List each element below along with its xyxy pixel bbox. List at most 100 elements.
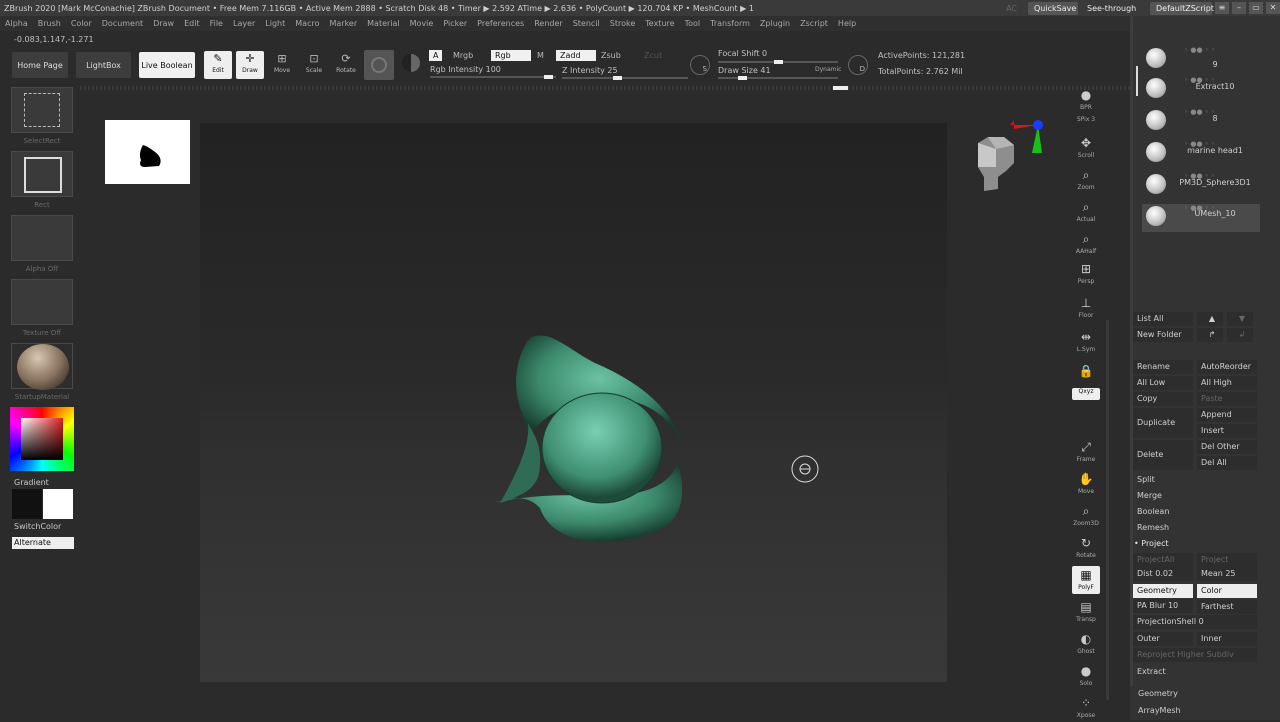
polyf-button[interactable]: ▦ PolyF bbox=[1072, 566, 1100, 594]
new-folder-button[interactable]: New Folder bbox=[1133, 328, 1193, 342]
delete-button[interactable]: Delete bbox=[1133, 440, 1193, 470]
move-down-icon[interactable]: ▼ bbox=[1227, 312, 1253, 326]
scale-button[interactable]: ⊡ Scale bbox=[300, 51, 328, 79]
duplicate-button[interactable]: Duplicate bbox=[1133, 408, 1193, 438]
all-low-button[interactable]: All Low bbox=[1133, 376, 1193, 390]
right-shelf-scrollbar[interactable] bbox=[1106, 320, 1109, 700]
geometry-section[interactable]: Geometry bbox=[1138, 689, 1178, 698]
lsym-button[interactable]: ⇹ L.Sym bbox=[1072, 328, 1100, 356]
folder-down-icon[interactable]: ↲ bbox=[1227, 328, 1253, 342]
rgb-toggle[interactable]: Rgb bbox=[491, 50, 531, 61]
rotate-button[interactable]: ↻ Rotate bbox=[1072, 534, 1100, 562]
project-all-button[interactable]: ProjectAll bbox=[1133, 553, 1193, 567]
persp-button[interactable]: ⊞ Persp bbox=[1072, 260, 1100, 288]
mrgb-toggle[interactable]: Mrgb bbox=[449, 50, 477, 61]
color-picker[interactable] bbox=[10, 407, 74, 471]
zcut-toggle[interactable]: Zcut bbox=[640, 50, 666, 61]
edit-button[interactable]: ✎ Edit bbox=[204, 51, 232, 79]
project-section[interactable]: • Project bbox=[1130, 537, 1257, 551]
menu-document[interactable]: Document bbox=[97, 19, 148, 28]
rgb-intensity-track[interactable] bbox=[430, 76, 556, 78]
subtool-visibility-icons[interactable]: ◦ ●● ◦ ◦ bbox=[1184, 108, 1215, 116]
menu-tool[interactable]: Tool bbox=[680, 19, 706, 28]
scroll-button[interactable]: ✥ Scroll bbox=[1072, 134, 1100, 162]
saturation-square[interactable] bbox=[21, 418, 63, 460]
projection-shell-slider[interactable]: ProjectionShell 0 bbox=[1133, 615, 1257, 629]
menu-color[interactable]: Color bbox=[66, 19, 97, 28]
alternate-toggle[interactable]: Alternate bbox=[12, 537, 74, 549]
del-all-button[interactable]: Del All bbox=[1197, 456, 1257, 470]
zoom3d-button[interactable]: ⌕ Zoom3D bbox=[1072, 502, 1100, 530]
menu-icon[interactable]: ≡ bbox=[1215, 2, 1229, 14]
list-all-button[interactable]: List All bbox=[1133, 312, 1193, 326]
subtool-row-8[interactable]: 8 ◦ ●● ◦ ◦ bbox=[1142, 108, 1260, 136]
texture-button[interactable] bbox=[11, 279, 73, 325]
menu-light[interactable]: Light bbox=[260, 19, 290, 28]
mean-slider[interactable]: Mean 25 bbox=[1197, 567, 1257, 581]
menu-render[interactable]: Render bbox=[529, 19, 567, 28]
arraymesh-section[interactable]: ArrayMesh bbox=[1138, 706, 1181, 715]
select-rect-button[interactable] bbox=[11, 87, 73, 133]
pa-blur-slider[interactable]: PA Blur 10 bbox=[1133, 599, 1193, 613]
navigation-thumbnail[interactable] bbox=[105, 120, 190, 184]
menu-brush[interactable]: Brush bbox=[33, 19, 66, 28]
draw-button[interactable]: ✛ Draw bbox=[236, 51, 264, 79]
primary-color-swatch[interactable] bbox=[12, 489, 42, 519]
draw-size-d-icon[interactable]: D bbox=[848, 55, 868, 75]
focal-shift-s-icon[interactable]: S bbox=[690, 55, 710, 75]
farthest-toggle[interactable]: Farthest bbox=[1197, 600, 1257, 614]
zoom-button[interactable]: ⌕ Zoom bbox=[1072, 166, 1100, 194]
spix-button[interactable]: SPix 3 bbox=[1072, 116, 1100, 128]
actual-button[interactable]: ⌕ Actual bbox=[1072, 198, 1100, 226]
alpha-button[interactable] bbox=[11, 215, 73, 261]
menu-material[interactable]: Material bbox=[362, 19, 405, 28]
see-through-slider[interactable]: See-through 0 bbox=[1081, 1, 1147, 24]
subtool-row-9[interactable]: 9 ◦ ●● ◦ ◦ bbox=[1142, 46, 1260, 74]
home-page-button[interactable]: Home Page bbox=[12, 52, 68, 78]
menu-texture[interactable]: Texture bbox=[640, 19, 679, 28]
menu-marker[interactable]: Marker bbox=[324, 19, 362, 28]
zsub-toggle[interactable]: Zsub bbox=[597, 50, 625, 61]
focal-shift-knob[interactable] bbox=[774, 60, 783, 64]
sculpt-model[interactable] bbox=[492, 335, 683, 542]
lightbox-button[interactable]: LightBox bbox=[76, 52, 131, 78]
inner-toggle[interactable]: Inner bbox=[1197, 632, 1257, 646]
draw-size-track[interactable] bbox=[718, 77, 838, 79]
quicksave-button[interactable]: QuickSave bbox=[1028, 1, 1078, 15]
subtool-visibility-icons[interactable]: ◦ ●● ◦ ◦ bbox=[1184, 46, 1215, 54]
menu-zscript[interactable]: Zscript bbox=[795, 19, 833, 28]
folder-up-icon[interactable]: ↱ bbox=[1197, 328, 1223, 342]
floor-button[interactable]: ⊥ Floor bbox=[1072, 294, 1100, 322]
dist-slider[interactable]: Dist 0.02 bbox=[1133, 567, 1193, 581]
menu-picker[interactable]: Picker bbox=[438, 19, 472, 28]
paste-button[interactable]: Paste bbox=[1197, 392, 1257, 406]
switch-color-button[interactable]: SwitchColor bbox=[14, 522, 61, 531]
default-zscript-button[interactable]: DefaultZScript bbox=[1150, 1, 1214, 15]
bpr-button[interactable]: ● BPR bbox=[1072, 86, 1100, 114]
rect-stroke-button[interactable] bbox=[11, 151, 73, 197]
menu-help[interactable]: Help bbox=[833, 19, 861, 28]
menu-zplugin[interactable]: Zplugin bbox=[755, 19, 795, 28]
subtool-visibility-icons[interactable]: ◦ ●● ◦ ◦ bbox=[1184, 76, 1215, 84]
zadd-toggle[interactable]: Zadd bbox=[556, 50, 596, 61]
menu-macro[interactable]: Macro bbox=[290, 19, 324, 28]
subtool-visibility-icons[interactable]: ◦ ●● ◦ ◦ bbox=[1184, 140, 1215, 148]
lock-button[interactable]: 🔒 bbox=[1072, 362, 1100, 390]
subtool-visibility-icons[interactable]: ◦ ●● ◦ ◦ bbox=[1184, 204, 1215, 212]
menu-movie[interactable]: Movie bbox=[405, 19, 439, 28]
brush-button[interactable] bbox=[364, 50, 394, 80]
copy-button[interactable]: Copy bbox=[1133, 392, 1193, 406]
move-button[interactable]: ✋ Move bbox=[1072, 470, 1100, 498]
geometry-toggle[interactable]: Geometry bbox=[1133, 584, 1193, 598]
outer-toggle[interactable]: Outer bbox=[1133, 632, 1193, 646]
solo-button[interactable]: ● Solo bbox=[1072, 662, 1100, 690]
material-button[interactable] bbox=[11, 343, 73, 390]
subtool-row-marine_head1[interactable]: marine head1 ◦ ●● ◦ ◦ bbox=[1142, 140, 1260, 168]
insert-button[interactable]: Insert bbox=[1197, 424, 1257, 438]
reproject-higher-subdiv-button[interactable]: Reproject Higher Subdiv bbox=[1133, 648, 1257, 662]
secondary-color-swatch[interactable] bbox=[43, 489, 73, 519]
canvas-viewport[interactable] bbox=[200, 123, 947, 682]
menu-file[interactable]: File bbox=[205, 19, 228, 28]
m-toggle[interactable]: M bbox=[533, 50, 548, 61]
menu-preferences[interactable]: Preferences bbox=[472, 19, 529, 28]
